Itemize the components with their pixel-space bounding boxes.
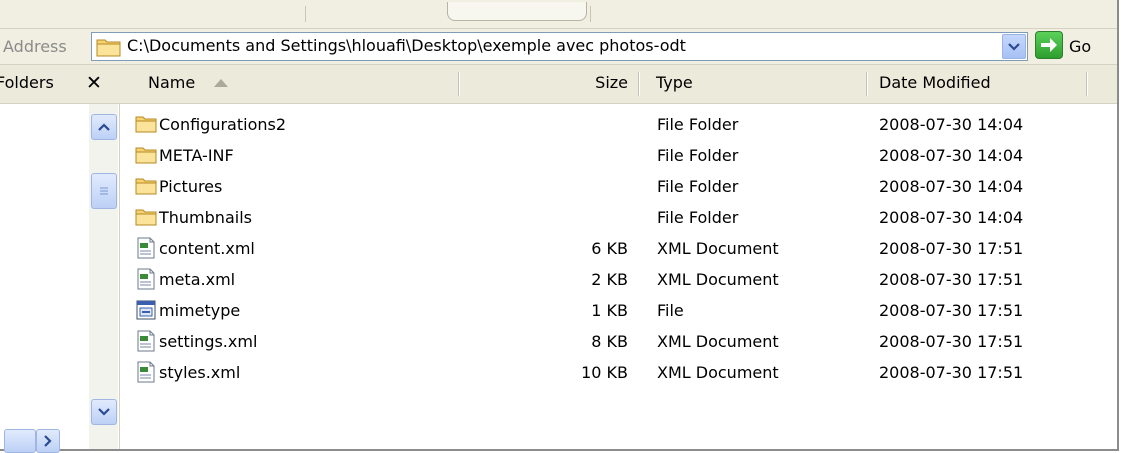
sort-ascending-icon (214, 79, 228, 87)
horizontal-scroll-thumb[interactable] (4, 429, 36, 453)
file-date: 2008-07-30 17:51 (879, 239, 1024, 258)
file-date: 2008-07-30 14:04 (879, 177, 1024, 196)
address-label: Address (3, 37, 67, 56)
scroll-up-button[interactable] (91, 114, 117, 140)
file-name[interactable]: content.xml (159, 237, 255, 261)
file-name[interactable]: settings.xml (159, 330, 257, 354)
arrow-right-icon (1041, 38, 1057, 52)
file-date: 2008-07-30 14:04 (879, 208, 1024, 227)
file-size: 2 KB (591, 270, 628, 289)
xml-file-icon (137, 237, 155, 259)
file-type: File Folder (657, 146, 739, 165)
file-name[interactable]: META-INF (159, 144, 234, 168)
folder-icon (135, 116, 157, 133)
file-size: 8 KB (591, 332, 628, 351)
file-type: File Folder (657, 208, 739, 227)
list-item[interactable]: META-INF File Folder 2008-07-30 14:04 (120, 140, 1117, 170)
go-label[interactable]: Go (1069, 37, 1091, 56)
column-divider[interactable] (458, 72, 459, 96)
go-button[interactable] (1035, 31, 1063, 59)
file-size (560, 175, 628, 199)
toolbar-separator (590, 6, 591, 22)
xml-file-icon (137, 268, 155, 290)
file-type: File Folder (657, 115, 739, 134)
file-type: File Folder (657, 177, 739, 196)
column-divider[interactable] (1086, 72, 1087, 96)
chevron-down-icon (98, 408, 110, 416)
explorer-window: Address C:\Documents and Settings\hlouaf… (0, 0, 1119, 453)
file-size: 1 KB (591, 301, 628, 320)
scroll-thumb[interactable] (91, 173, 117, 209)
list-item[interactable]: Pictures File Folder 2008-07-30 14:04 (120, 171, 1117, 201)
file-name[interactable]: Configurations2 (159, 113, 286, 137)
list-item[interactable]: mimetype 1 KB File 2008-07-30 17:51 (120, 295, 1117, 325)
file-name[interactable]: Pictures (159, 175, 222, 199)
file-name[interactable]: mimetype (159, 299, 240, 323)
scroll-right-button[interactable] (36, 429, 60, 453)
folders-pane (0, 104, 120, 453)
column-size[interactable]: Size (560, 65, 628, 101)
list-item[interactable]: styles.xml 10 KB XML Document 2008-07-30… (120, 357, 1117, 387)
file-size (560, 113, 628, 137)
folders-pane-title: Folders (0, 73, 54, 92)
list-item[interactable]: Configurations2 File Folder 2008-07-30 1… (120, 109, 1117, 139)
file-name[interactable]: meta.xml (159, 268, 235, 292)
chevron-down-icon (1008, 42, 1020, 51)
generic-file-icon (136, 300, 156, 320)
column-date-modified[interactable]: Date Modified (879, 65, 991, 101)
file-date: 2008-07-30 17:51 (879, 332, 1024, 351)
file-date: 2008-07-30 14:04 (879, 146, 1024, 165)
list-item[interactable]: meta.xml 2 KB XML Document 2008-07-30 17… (120, 264, 1117, 294)
file-type: XML Document (657, 270, 779, 289)
file-date: 2008-07-30 17:51 (879, 363, 1024, 382)
file-date: 2008-07-30 17:51 (879, 301, 1024, 320)
file-size: 10 KB (581, 363, 628, 382)
toolbar-separator (305, 6, 306, 22)
chevron-right-icon (44, 435, 52, 447)
file-size (560, 206, 628, 230)
column-type[interactable]: Type (656, 65, 693, 101)
list-item[interactable]: content.xml 6 KB XML Document 2008-07-30… (120, 233, 1117, 263)
list-item[interactable]: Thumbnails File Folder 2008-07-30 14:04 (120, 202, 1117, 232)
file-name[interactable]: styles.xml (159, 361, 240, 385)
file-type: XML Document (657, 363, 779, 382)
scroll-down-button[interactable] (91, 399, 117, 425)
folder-icon (135, 209, 157, 226)
chevron-up-icon (98, 123, 110, 131)
column-header-row: Folders ✕ Name Size Type Date Modified (0, 65, 1117, 104)
file-type: XML Document (657, 332, 779, 351)
file-size: 6 KB (591, 239, 628, 258)
address-dropdown-button[interactable] (1002, 34, 1026, 59)
file-type: File (657, 301, 684, 320)
list-item[interactable]: settings.xml 8 KB XML Document 2008-07-3… (120, 326, 1117, 356)
file-type: XML Document (657, 239, 779, 258)
xml-file-icon (137, 361, 155, 383)
xml-file-icon (137, 330, 155, 352)
column-divider[interactable] (638, 72, 639, 96)
folder-icon (135, 147, 157, 164)
toolbar-button[interactable] (447, 2, 587, 21)
file-name[interactable]: Thumbnails (159, 206, 252, 230)
close-icon[interactable]: ✕ (86, 68, 102, 98)
toolbar (0, 0, 1117, 29)
vertical-scrollbar[interactable] (89, 104, 118, 449)
address-field[interactable]: C:\Documents and Settings\hlouafi\Deskto… (91, 32, 1028, 61)
file-date: 2008-07-30 17:51 (879, 270, 1024, 289)
grip-icon (100, 187, 108, 195)
column-name[interactable]: Name (148, 65, 195, 101)
file-date: 2008-07-30 14:04 (879, 115, 1024, 134)
folder-icon (96, 39, 121, 57)
address-path[interactable]: C:\Documents and Settings\hlouafi\Deskto… (127, 36, 686, 55)
column-divider[interactable] (866, 72, 867, 96)
folder-icon (135, 178, 157, 195)
address-bar: Address C:\Documents and Settings\hlouaf… (0, 29, 1117, 65)
file-size (560, 144, 628, 168)
